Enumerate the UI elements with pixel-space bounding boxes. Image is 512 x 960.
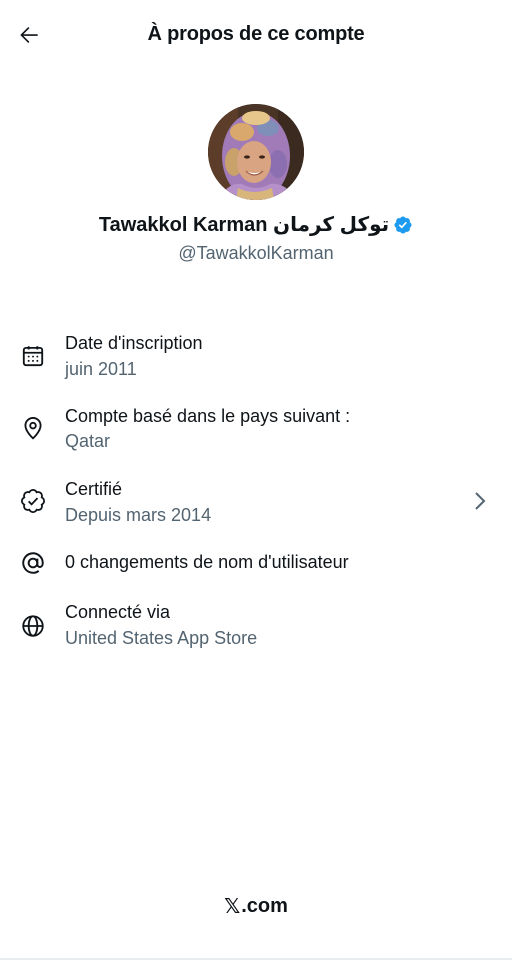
at-sign-icon <box>20 550 46 576</box>
x-logo-icon: 𝕏 <box>224 896 241 918</box>
chevron-right-icon[interactable] <box>470 488 490 514</box>
location-pin-icon <box>20 415 46 441</box>
info-label: Date d'inscription <box>65 333 203 353</box>
info-value: Depuis mars 2014 <box>65 505 212 525</box>
info-label: Connecté via <box>65 602 171 622</box>
profile-handle: @TawakkolKarman <box>178 243 334 263</box>
profile-name-row: Tawakkol Karman توكل كرمان <box>0 212 512 237</box>
info-row-verified[interactable]: Certifié Depuis mars 2014 <box>0 476 512 532</box>
info-row-connected-via: Connecté via United States App Store <box>0 601 512 657</box>
info-label: Compte basé dans le pays suivant : <box>65 406 351 426</box>
verified-outline-icon <box>20 488 46 514</box>
footer-domain-link[interactable]: 𝕏 .com <box>0 894 512 919</box>
avatar[interactable] <box>208 104 304 200</box>
page-title: À propos de ce compte <box>147 23 365 45</box>
info-value: United States App Store <box>65 628 258 648</box>
info-row-join-date: Date d'inscription juin 2011 <box>0 330 512 386</box>
calendar-icon <box>20 343 46 369</box>
globe-icon <box>20 613 46 639</box>
info-value: Qatar <box>65 431 111 451</box>
profile-name: Tawakkol Karman توكل كرمان <box>98 214 390 236</box>
info-row-username-changes: 0 changements de nom d'utilisateur <box>0 549 512 605</box>
profile-photo <box>208 104 304 200</box>
footer-domain: .com <box>241 895 288 917</box>
info-label: Certifié <box>65 479 123 499</box>
top-bar: À propos de ce compte <box>0 0 512 72</box>
info-label: 0 changements de nom d'utilisateur <box>65 552 349 572</box>
info-value: juin 2011 <box>65 359 137 379</box>
verified-badge-icon[interactable] <box>393 215 413 235</box>
info-row-country: Compte basé dans le pays suivant : Qatar <box>0 403 512 459</box>
